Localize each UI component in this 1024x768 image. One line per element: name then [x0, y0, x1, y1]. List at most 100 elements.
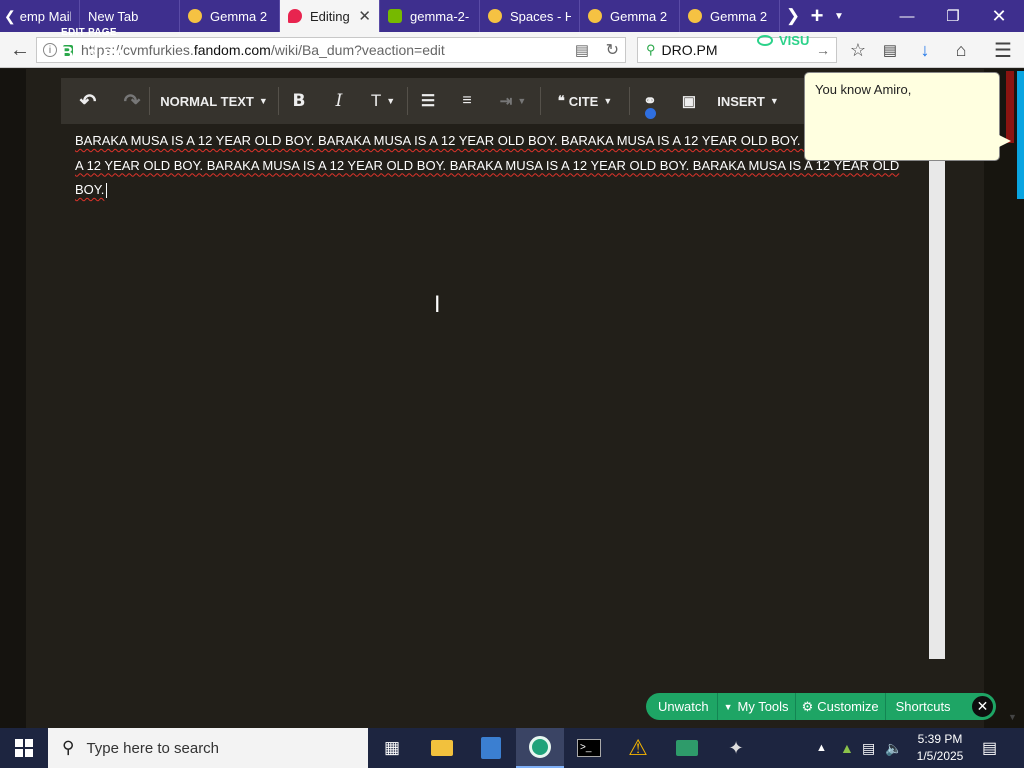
taskbar-search-placeholder: Type here to search [86, 739, 220, 757]
network-icon[interactable]: ▤ [862, 728, 875, 768]
system-clock[interactable]: 5:39 PM 1/5/2025 [906, 731, 974, 765]
redo-icon[interactable]: ↷ [115, 78, 149, 124]
tab-spaces[interactable]: Spaces - H [480, 0, 580, 32]
caret-down-icon: ▼ [723, 701, 733, 712]
show-hidden-icons-icon[interactable]: ▲ [816, 728, 827, 768]
tray-app-icon[interactable]: ▲ [840, 728, 854, 768]
shortcuts-label: Shortcuts [895, 699, 951, 714]
caret-down-icon: ▼ [769, 96, 779, 106]
hugging-face-icon [688, 9, 702, 23]
clock-date: 1/5/2025 [916, 749, 964, 763]
documents-app-icon[interactable] [467, 728, 515, 768]
page-scroll-down-arrow-icon[interactable]: ▼ [1008, 712, 1017, 722]
customize-label: Customize [817, 699, 879, 714]
link-indicator-dot [645, 108, 656, 119]
volume-muted-icon[interactable]: 🔈 [885, 728, 902, 768]
page-left-margin [0, 69, 26, 728]
fandom-icon [288, 9, 302, 23]
browser-app-icon[interactable] [516, 728, 564, 768]
indent-dropdown[interactable]: ⇥ ▼ [486, 78, 540, 124]
cite-dropdown[interactable]: ❝ CITE ▼ [541, 78, 629, 124]
caret-down-icon: ▼ [258, 96, 268, 106]
tab-gemma-2b[interactable]: Gemma 2 [580, 0, 680, 32]
hugging-face-icon [488, 9, 502, 23]
side-banner-red [1006, 71, 1014, 143]
taskbar-search-box[interactable]: ⚲ Type here to search [48, 728, 368, 768]
terminal-icon[interactable]: >_ [565, 728, 613, 768]
customize-button[interactable]: ⚙ Customize [796, 693, 886, 720]
ibeam-cursor-icon: I [434, 293, 441, 318]
hugging-face-icon [588, 9, 602, 23]
undo-icon[interactable]: ↶ [61, 78, 115, 124]
paint-app-icon[interactable]: ✦ [712, 728, 760, 768]
close-tab-icon[interactable]: ✕ [358, 7, 371, 25]
tab-gemma-2c[interactable]: Gemma 2 [680, 0, 780, 32]
bookmark-star-icon[interactable]: ☆ [846, 36, 870, 64]
scroll-tabs-right-icon[interactable]: ❯ [780, 0, 806, 32]
bookmarks-library-icon[interactable]: ▤ [878, 36, 902, 64]
restore-icon[interactable]: ❐ [930, 0, 976, 32]
tab-list-icon[interactable]: ▼ [828, 0, 850, 32]
tab-label: Gemma 2 [610, 8, 668, 24]
italic-icon[interactable]: I [319, 78, 359, 124]
page-title: Ba dum [61, 43, 124, 62]
tab-label: New Tab [88, 8, 139, 24]
tab-label: Gemma 2 [210, 8, 268, 24]
bold-icon[interactable]: B [279, 78, 319, 124]
my-tools-button[interactable]: ▼ My Tools [718, 693, 796, 720]
tab-editing[interactable]: Editing ✕ [280, 0, 380, 32]
numbered-list-icon[interactable]: ≡ [448, 78, 486, 124]
unwatch-button[interactable]: Unwatch [646, 693, 718, 720]
insert-label: INSERT [717, 93, 765, 109]
mail-app-icon[interactable] [663, 728, 711, 768]
chevron-left-icon[interactable]: ❮ [4, 8, 16, 25]
hamburger-menu-icon[interactable]: ☰ [990, 36, 1016, 64]
search-go-arrow-icon[interactable]: → [816, 42, 830, 58]
back-arrow-icon[interactable]: ← [6, 36, 34, 64]
edit-page-label: EDIT PAGE [61, 27, 117, 38]
windows-taskbar: ⚲ Type here to search ▦ >_ ⚠ ✦ ▲ ▲ ▤ 🔈 5… [0, 728, 1024, 768]
downloads-icon[interactable]: ↓ [913, 36, 937, 64]
minimize-icon[interactable]: — [884, 0, 930, 32]
url-domain: fandom.com [193, 42, 271, 58]
warning-icon[interactable]: ⚠ [614, 728, 662, 768]
start-button[interactable] [0, 728, 48, 768]
search-engine-icon[interactable]: ⚲ [646, 42, 656, 58]
notifications-icon[interactable]: ▤ [982, 728, 997, 768]
nvidia-icon [388, 9, 402, 23]
editor-content-area[interactable]: BARAKA MUSA IS A 12 YEAR OLD BOY. BARAKA… [61, 124, 929, 659]
tab-gemma-nvidia[interactable]: gemma-2- [380, 0, 480, 32]
cite-icon: ❝ [557, 93, 565, 108]
tab-gemma-2[interactable]: Gemma 2 [180, 0, 280, 32]
url-bar[interactable]: i https://cvmfurkies. fandom.com/wiki/Ba_… [36, 37, 626, 63]
close-window-icon[interactable]: ✕ [976, 0, 1022, 32]
home-icon[interactable]: ⌂ [948, 36, 974, 64]
search-box-value: DRO.PM [661, 42, 718, 58]
windows-logo-icon [15, 739, 33, 757]
visual-editor-tab[interactable]: VISU [757, 33, 809, 48]
search-icon: ⚲ [62, 738, 75, 757]
shortcuts-button[interactable]: Shortcuts [886, 693, 957, 720]
caret-down-icon: ▼ [603, 96, 613, 106]
bullet-list-icon[interactable]: ☰ [408, 78, 448, 124]
tab-label: gemma-2- [410, 8, 470, 24]
insert-dropdown[interactable]: INSERT ▼ [708, 78, 788, 124]
side-banner-cyan [1017, 71, 1024, 199]
close-toolbar-icon[interactable]: ✕ [970, 694, 995, 719]
new-tab-icon[interactable]: + [806, 0, 828, 32]
file-explorer-icon[interactable] [418, 728, 466, 768]
notification-text: You know Amiro, [815, 82, 912, 97]
info-icon[interactable]: i [43, 43, 57, 57]
task-view-icon[interactable]: ▦ [368, 728, 416, 768]
editor-scrollbar[interactable]: ▲ [929, 124, 945, 659]
tab-label: emp Mail [19, 8, 71, 24]
link-icon[interactable]: ⚭ [630, 78, 670, 124]
text-style-dropdown[interactable]: T ▼ [359, 78, 407, 124]
indent-icon: ⇥ [499, 93, 513, 110]
paragraph-format-dropdown[interactable]: NORMAL TEXT ▼ [150, 78, 278, 124]
reload-icon[interactable]: ↻ [606, 40, 619, 60]
reader-view-icon[interactable]: ▤ [575, 41, 589, 59]
unwatch-label: Unwatch [658, 699, 709, 714]
cite-label: CITE [568, 93, 599, 109]
image-icon[interactable]: ▣ [670, 78, 708, 124]
